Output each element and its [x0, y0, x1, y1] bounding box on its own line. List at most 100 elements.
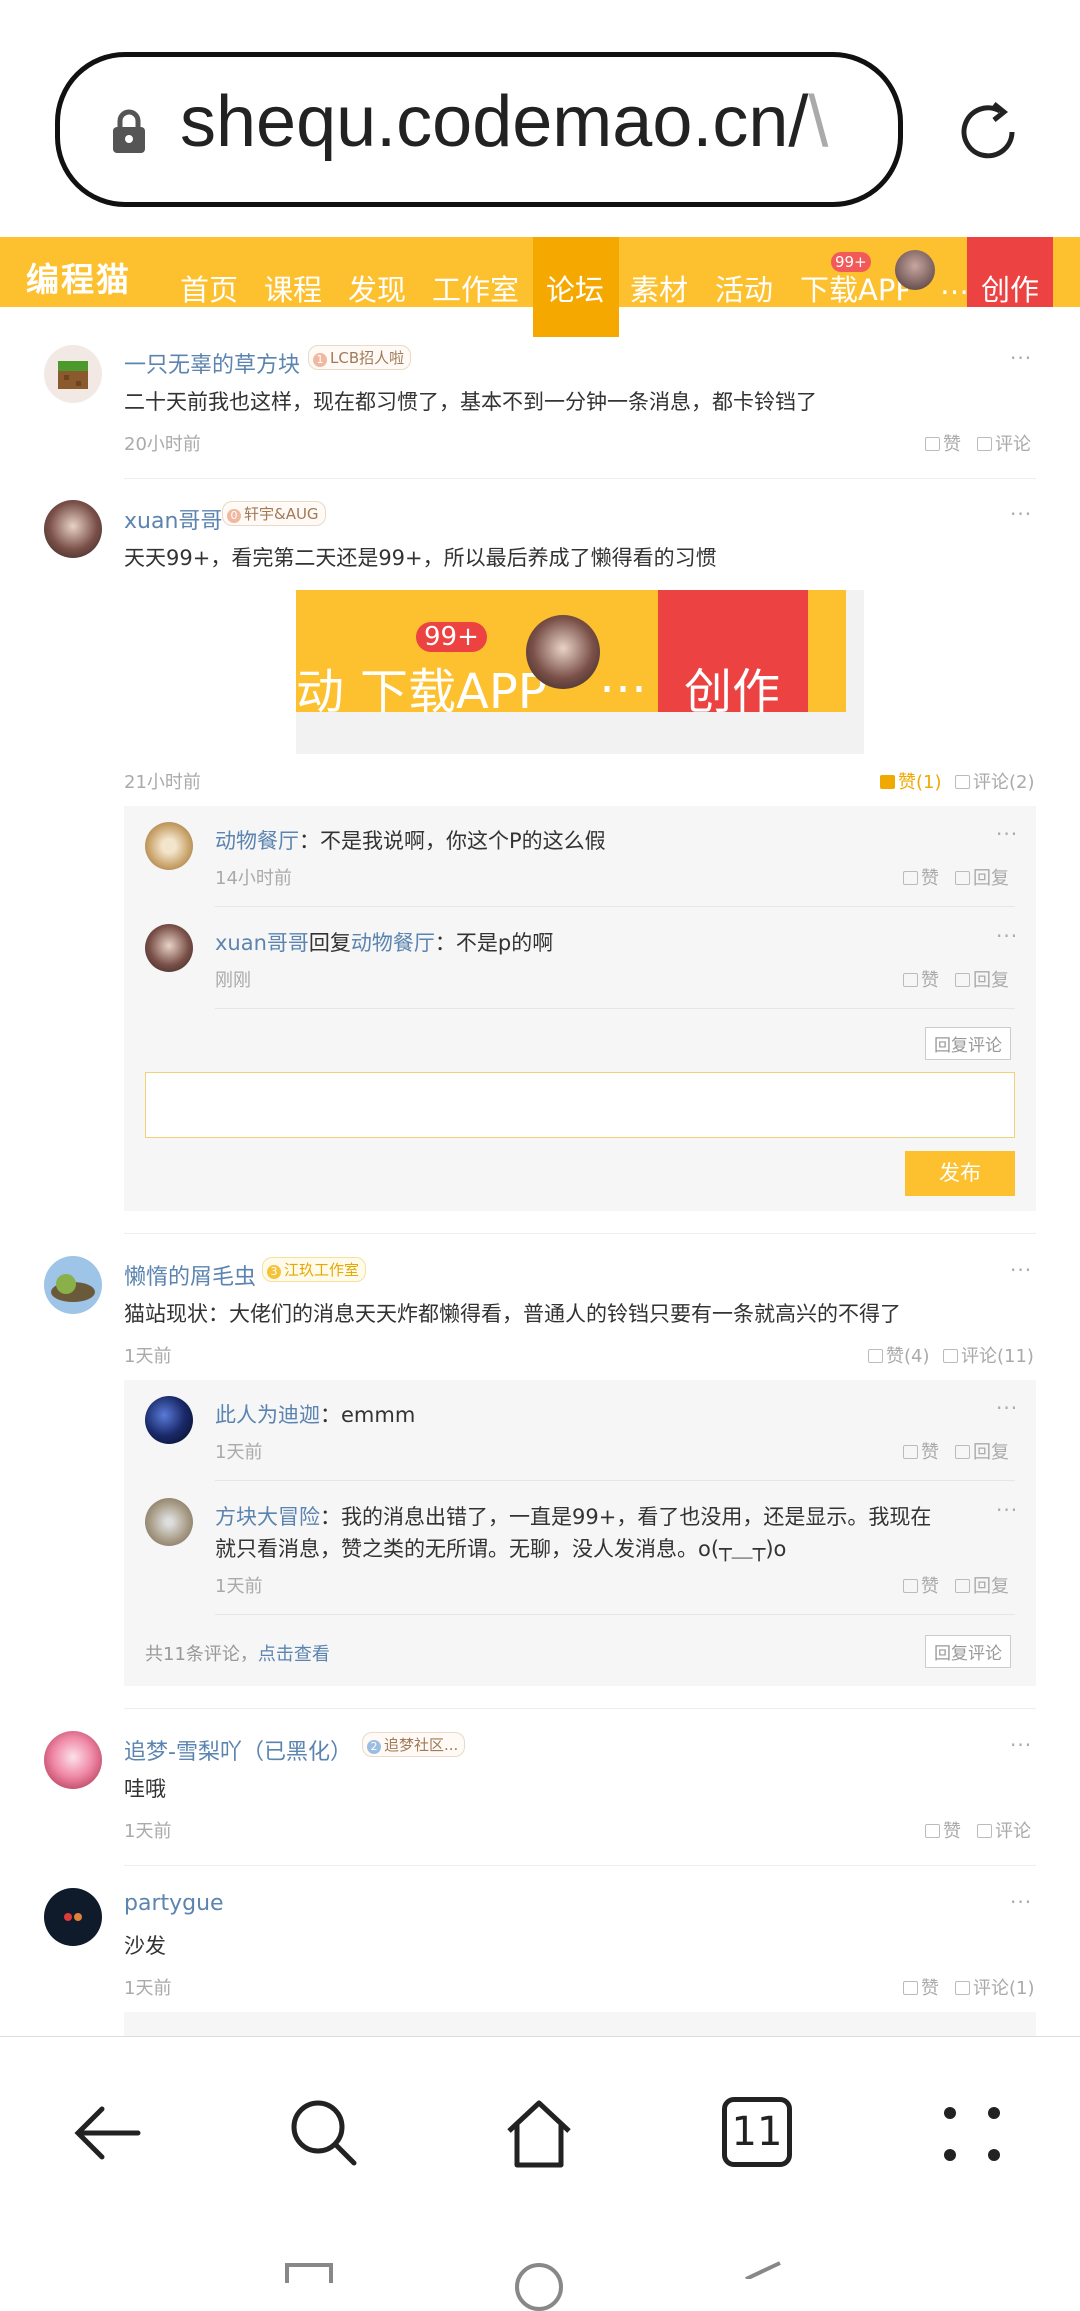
- tabs-button[interactable]: 11: [722, 2097, 792, 2167]
- reply-time: 刚刚: [215, 970, 251, 991]
- avatar[interactable]: [145, 924, 193, 972]
- reply-author[interactable]: xuan哥哥: [215, 931, 309, 955]
- reply-time: 1天前: [215, 1442, 263, 1463]
- reply-target[interactable]: 动物餐厅: [351, 931, 435, 955]
- avatar[interactable]: [44, 345, 102, 403]
- nav-home[interactable]: 首页: [180, 267, 238, 309]
- reply-author[interactable]: 方块大冒险: [215, 1505, 320, 1529]
- studio-badge[interactable]: 2 追梦社区...: [362, 1732, 466, 1757]
- studio-badge[interactable]: 3 江玖工作室: [262, 1257, 367, 1282]
- reply-text-continued: 就只看消息，赞之类的无所谓。无聊，没人发消息。o(┬＿┬)o: [215, 1537, 787, 1561]
- address-bar[interactable]: shequ.codemao.cn/\: [55, 52, 903, 207]
- comment-icon: [955, 1445, 970, 1459]
- avatar[interactable]: [145, 822, 193, 870]
- avatar[interactable]: [44, 1888, 102, 1946]
- avatar[interactable]: [44, 1731, 102, 1789]
- user-avatar[interactable]: [895, 250, 935, 290]
- like-button[interactable]: 赞: [903, 1974, 939, 2000]
- nav-forum[interactable]: 论坛: [546, 267, 604, 309]
- comment-button[interactable]: 评论(11): [943, 1342, 1034, 1368]
- divider: [215, 1614, 1015, 1615]
- comment-author[interactable]: 懒惰的屑毛虫: [124, 1259, 256, 1291]
- avatar[interactable]: [145, 1396, 193, 1444]
- thumbs-up-icon: [880, 775, 895, 789]
- comment-button[interactable]: 评论: [977, 430, 1031, 456]
- back-icon[interactable]: [72, 2097, 144, 2169]
- divider: [215, 1480, 1015, 1481]
- comment-author[interactable]: partygue: [124, 1891, 224, 1916]
- divider: [215, 906, 1015, 907]
- recent-apps-icon[interactable]: [285, 2263, 333, 2283]
- more-options-icon[interactable]: ···: [996, 1396, 1018, 1420]
- comment-button[interactable]: 评论(1): [955, 1974, 1035, 2000]
- publish-button[interactable]: 发布: [905, 1151, 1015, 1196]
- nav-studio[interactable]: 工作室: [432, 267, 519, 309]
- reply-author[interactable]: 此人为迪迦: [215, 1403, 320, 1427]
- thumbs-up-icon: [868, 1349, 883, 1363]
- like-button[interactable]: 赞: [903, 1572, 939, 1598]
- like-button[interactable]: 赞: [903, 1438, 939, 1464]
- comment-button[interactable]: 评论(2): [955, 768, 1035, 794]
- notification-badge: 99+: [831, 252, 871, 272]
- studio-badge[interactable]: 1 LCB招人啦: [308, 345, 412, 370]
- reply-comment-button[interactable]: 回复评论: [925, 1027, 1011, 1060]
- like-button[interactable]: 赞: [925, 1817, 961, 1843]
- reply-input[interactable]: [145, 1072, 1015, 1138]
- comment-time: 1天前: [124, 1978, 172, 1999]
- like-button[interactable]: 赞: [903, 864, 939, 890]
- system-back-icon[interactable]: [740, 2259, 790, 2279]
- reload-icon[interactable]: [952, 96, 1024, 168]
- site-logo[interactable]: 编程猫: [26, 253, 131, 301]
- like-button[interactable]: 赞(1): [880, 768, 942, 794]
- more-options-icon[interactable]: ···: [1010, 346, 1032, 370]
- more-options-icon[interactable]: ···: [996, 822, 1018, 846]
- more-options-icon[interactable]: ···: [996, 1498, 1018, 1522]
- reply-text: 方块大冒险：我的消息出错了，一直是99+，看了也没用，还是显示。我现在: [215, 1505, 932, 1529]
- more-options-icon[interactable]: ···: [1010, 1890, 1032, 1914]
- nav-courses[interactable]: 课程: [264, 267, 322, 309]
- comment-icon: [943, 1349, 958, 1363]
- reply-author[interactable]: 动物餐厅: [215, 829, 299, 853]
- studio-badge[interactable]: 0 轩宇&AUG: [222, 501, 326, 526]
- thumbs-up-icon: [903, 871, 918, 885]
- avatar[interactable]: [44, 500, 102, 558]
- system-home-icon[interactable]: [515, 2263, 563, 2311]
- more-options-icon[interactable]: ···: [1010, 1258, 1032, 1282]
- reply-button[interactable]: 回复: [955, 864, 1009, 890]
- avatar[interactable]: [44, 1256, 102, 1314]
- comment-icon: [955, 775, 970, 789]
- image-badge: 99+: [416, 622, 487, 652]
- view-all-link[interactable]: 点击查看: [258, 1644, 330, 1665]
- like-button[interactable]: 赞: [903, 966, 939, 992]
- reply-button[interactable]: 回复: [955, 1438, 1009, 1464]
- comment-time: 1天前: [124, 1346, 172, 1367]
- comment-icon: [955, 973, 970, 987]
- nav-download-app[interactable]: 下载APP: [800, 267, 908, 309]
- search-icon[interactable]: [288, 2097, 360, 2169]
- more-options-icon[interactable]: ···: [996, 924, 1018, 948]
- comment-button[interactable]: 评论: [977, 1817, 1031, 1843]
- home-icon[interactable]: [503, 2097, 575, 2169]
- comment-icon: [977, 1824, 992, 1838]
- browser-toolbar: 11: [0, 2036, 1080, 2311]
- nav-activities[interactable]: 活动: [715, 267, 773, 309]
- comment-text: 哇哦: [124, 1777, 166, 1801]
- like-button[interactable]: 赞: [925, 430, 961, 456]
- create-button[interactable]: 创作: [967, 237, 1053, 307]
- comment-author[interactable]: 一只无辜的草方块: [124, 347, 300, 379]
- like-button[interactable]: 赞(4): [868, 1342, 930, 1368]
- reply-button[interactable]: 回复: [955, 1572, 1009, 1598]
- comment-icon: [955, 871, 970, 885]
- comment-author[interactable]: 追梦-雪梨吖（已黑化）: [124, 1734, 352, 1766]
- reply-comment-button[interactable]: 回复评论: [925, 1635, 1011, 1668]
- menu-icon[interactable]: [936, 2097, 1008, 2169]
- nav-materials[interactable]: 素材: [630, 267, 688, 309]
- more-options-icon[interactable]: ···: [1010, 502, 1032, 526]
- comment-author[interactable]: xuan哥哥: [124, 503, 222, 535]
- more-options-icon[interactable]: ···: [1010, 1733, 1032, 1757]
- reply-button[interactable]: 回复: [955, 966, 1009, 992]
- comment-image[interactable]: 动 下载APP 99+ … 创作: [296, 590, 864, 754]
- avatar[interactable]: [145, 1498, 193, 1546]
- nav-discover[interactable]: 发现: [348, 267, 406, 309]
- nav-more[interactable]: …: [940, 267, 969, 301]
